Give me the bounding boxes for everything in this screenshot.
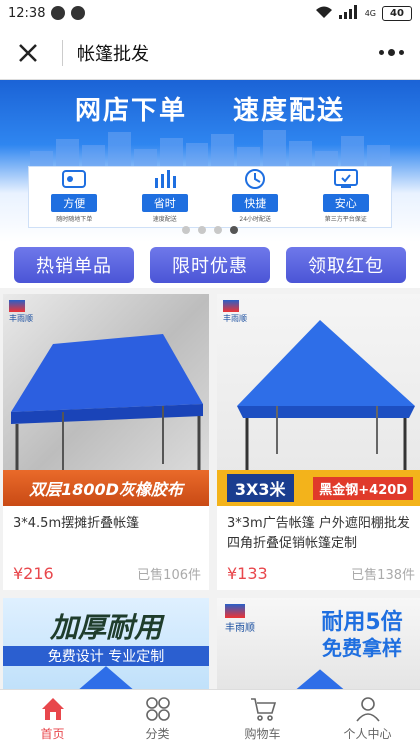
product-price: ¥216 [13,563,54,583]
truck-icon [245,169,266,189]
product-card[interactable]: 丰雨顺 3X3米 黑金钢+420D 3*3m广告帐篷 户外遮阳棚批发 四角折叠促… [217,294,420,590]
feature-item: 方便 随时随地下单 [43,168,105,223]
feature-sub: 第三方平台保证 [324,216,367,223]
product-image: 丰雨顺 耐用5倍 免费拿样 [217,598,420,693]
feature-item: 安心 第三方平台保证 [315,168,377,223]
battery-level: 40 [390,7,404,19]
tab-profile[interactable]: 个人中心 [315,690,420,747]
product-image: 加厚耐用 免费设计 专业定制 [3,598,209,693]
status-time: 12:38 [8,5,46,21]
product-price: ¥133 [227,563,268,583]
banner-headline-left: 网店下单 [74,96,187,126]
close-icon[interactable] [14,39,42,67]
chat-notification-icon [51,6,66,20]
tab-label: 购物车 [244,727,281,741]
cart-icon [250,698,276,721]
category-icon [145,697,170,721]
product-card[interactable]: 丰雨顺 双层1800D灰橡胶布 3*4.5m摆摊折叠帐篷 ¥216 已售106件 [3,294,209,590]
carousel-dot[interactable] [214,226,222,234]
battery-icon: 40 [382,5,412,21]
pause-notification-icon [71,6,86,20]
monitor-icon [333,169,358,188]
feature-item: 省时 速度配送 [134,168,196,223]
promo-banner[interactable]: 网店下单 速度配送 方便 随时随地下单 省时 速度配送 快捷 24小时配送 安心… [0,80,420,242]
product-image: 丰雨顺 双层1800D灰橡胶布 [3,294,209,506]
page-title: 帐篷批发 [77,43,149,65]
product-banner-text-right: 黑金钢+420D [313,476,414,500]
product-name: 3*4.5m摆摊折叠帐篷 [13,516,140,531]
product-banner-strip: 3X3米 黑金钢+420D [217,470,420,506]
carousel-dot[interactable] [198,226,206,234]
banner-features: 方便 随时随地下单 省时 速度配送 快捷 24小时配送 安心 第三方平台保证 [28,166,392,228]
product-meta: ¥133 已售138件 [217,556,420,590]
product-sold: 已售106件 [137,567,201,583]
status-bar: 12:38 4G 40 [0,0,420,26]
product-name: 3*3m广告帐篷 户外遮阳棚批发 四角折叠促销帐篷定制 [227,516,410,551]
product-image: 丰雨顺 3X3米 黑金钢+420D [217,294,420,506]
product-meta: ¥216 已售106件 [3,556,209,590]
feature-tag: 省时 [141,194,188,212]
feature-sub: 随时随地下单 [56,216,93,223]
feature-tag: 方便 [51,194,98,212]
banner-headline: 网店下单 速度配送 [0,90,420,127]
status-right: 4G 40 [315,4,412,22]
feature-sub: 速度配送 [152,216,177,223]
network-type: 4G [364,8,376,18]
carousel-dot-active[interactable] [230,226,238,234]
product-card[interactable]: 丰雨顺 耐用5倍 免费拿样 [217,598,420,693]
status-left: 12:38 [8,5,86,21]
hot-items-button[interactable]: 热销单品 [14,247,134,283]
wifi-icon [315,5,333,22]
tab-category[interactable]: 分类 [105,690,210,747]
tab-label: 分类 [145,727,170,741]
feature-tag: 快捷 [232,194,279,212]
product-card[interactable]: 加厚耐用 免费设计 专业定制 [3,598,209,693]
banner-headline-right: 速度配送 [233,96,346,126]
bottom-tab-bar: 首页 分类 购物车 个人中心 [0,689,420,747]
more-menu-icon[interactable] [376,43,406,63]
brand-logo: 丰雨顺 [225,604,255,634]
tab-label: 首页 [40,727,65,741]
brand-name: 丰雨顺 [225,623,255,634]
signal-icon [338,4,359,22]
product-headline: 加厚耐用 [49,611,162,644]
limited-offer-button[interactable]: 限时优惠 [150,247,270,283]
product-sold: 已售138件 [351,567,415,583]
red-packet-button[interactable]: 领取红包 [286,247,406,283]
tab-home[interactable]: 首页 [0,690,105,747]
tab-cart[interactable]: 购物车 [210,690,315,747]
document-icon [62,170,87,188]
product-banner-strip: 双层1800D灰橡胶布 [3,470,209,506]
nav-divider [62,39,63,66]
chart-icon [154,170,176,188]
feature-sub: 24小时配送 [239,216,272,223]
product-subline: 免费拿样 [322,636,402,660]
carousel-dot[interactable] [182,226,190,234]
feature-item: 快捷 24小时配送 [224,168,286,223]
nav-bar: 帐篷批发 [0,26,420,80]
home-icon [41,698,64,720]
tab-label: 个人中心 [343,727,392,741]
carousel-dots [0,226,420,234]
product-banner-text: 双层1800D灰橡胶布 [29,480,183,499]
product-grid: 丰雨顺 双层1800D灰橡胶布 3*4.5m摆摊折叠帐篷 ¥216 已售106件 [0,288,420,693]
user-icon [355,697,380,722]
feature-tag: 安心 [322,194,369,212]
product-banner-text-left: 3X3米 [226,474,294,502]
quick-actions: 热销单品 限时优惠 领取红包 [0,242,420,288]
city-skyline-graphic [30,128,390,166]
